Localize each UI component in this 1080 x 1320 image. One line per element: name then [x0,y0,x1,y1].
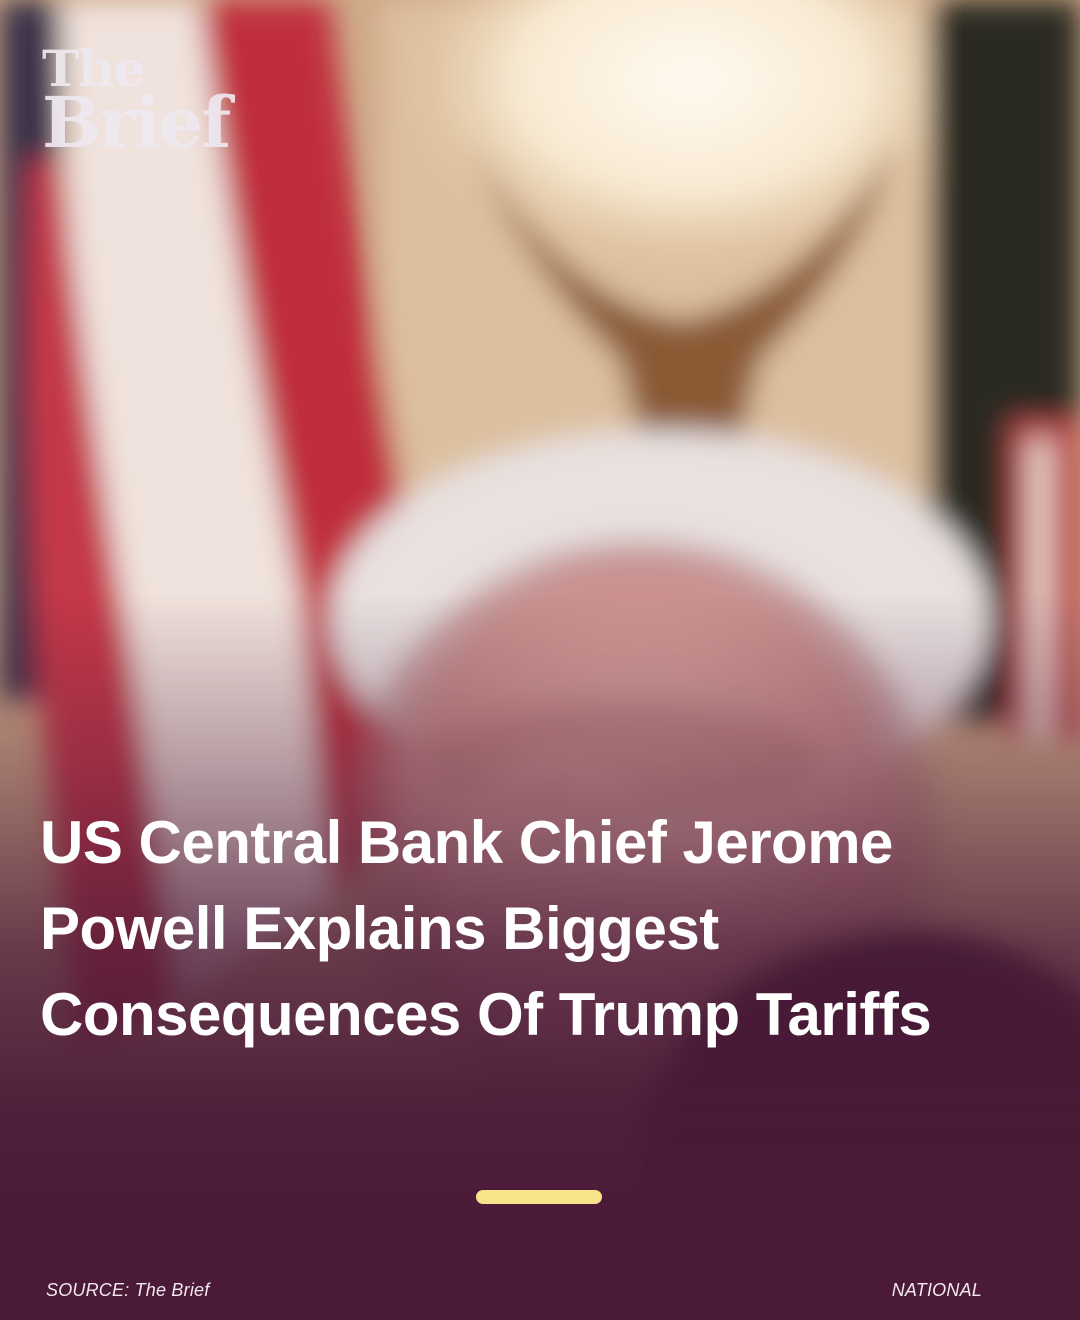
logo-line-brief: Brief [42,81,231,164]
category-label: NATIONAL [891,1280,982,1300]
brand-logo: The Brief [42,44,262,158]
accent-bar [476,1190,602,1204]
headline: US Central Bank Chief Jerome Powell Expl… [40,809,932,1048]
news-card: The Brief US Central Bank Chief Jerome P… [0,0,1080,1320]
source-credit: SOURCE: The Brief [46,1280,210,1300]
gradient-overlay [0,0,1080,1320]
